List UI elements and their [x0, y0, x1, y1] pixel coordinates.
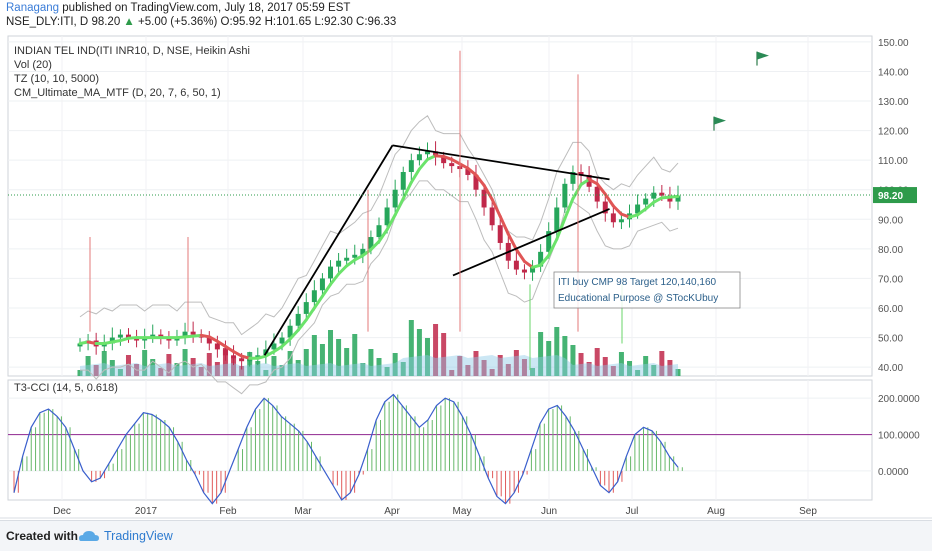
y-tick-label: 50.00: [878, 334, 903, 345]
candle-body: [408, 160, 414, 172]
candle-body: [336, 260, 342, 267]
candle-body: [214, 343, 220, 350]
ma-segment: [345, 258, 357, 268]
annotation-line1: ITI buy CMP 98 Target 120,140,160: [558, 277, 717, 288]
ma-indicator-label: CM_Ultimate_MA_MTF (D, 20, 7, 6, 50, 1): [14, 87, 221, 99]
y-tick-label: 40.00: [878, 363, 903, 374]
ma-segment: [417, 157, 429, 171]
candle-body: [594, 186, 600, 202]
cci-tick-label: 0.0000: [878, 467, 909, 478]
flag-icon: [756, 51, 769, 66]
candle-body: [328, 266, 334, 279]
y-tick-label: 150.00: [878, 38, 909, 49]
x-tick-label: Jun: [541, 506, 557, 517]
candle-body: [190, 331, 196, 335]
ma-segment: [514, 248, 526, 263]
y-tick-label: 130.00: [878, 97, 909, 108]
candle-body: [239, 358, 245, 362]
x-tick-label: Feb: [219, 506, 237, 517]
last-price-tag-text: 98.20: [878, 191, 903, 202]
annotation-box: ITI buy CMP 98 Target 120,140,160 Educat…: [553, 271, 741, 309]
candle-body: [376, 225, 382, 238]
candle-body: [562, 183, 568, 208]
x-tick-label: Apr: [384, 506, 400, 517]
footer-bar: Created with TradingView: [0, 520, 932, 551]
x-tick-label: Mar: [294, 506, 312, 517]
cci-tick-label: 200.0000: [878, 394, 920, 405]
y-tick-label: 60.00: [878, 304, 903, 315]
candle-body: [400, 172, 406, 190]
x-tick-label: Aug: [707, 506, 725, 517]
candle-body: [643, 198, 649, 205]
ma-segment: [522, 259, 535, 269]
ma-segment: [571, 183, 583, 201]
ma-segment: [668, 194, 680, 199]
ma-segment: [611, 204, 623, 216]
candle-body: [610, 213, 616, 223]
chart-title: INDIAN TEL IND(ITI INR10, D, NSE, Heikin…: [14, 45, 250, 57]
candle-body: [392, 189, 398, 208]
candle-body: [497, 225, 503, 243]
y-tick-label: 120.00: [878, 127, 909, 138]
candle-body: [651, 192, 657, 199]
candle-body: [295, 313, 301, 326]
x-tick-label: Dec: [53, 506, 71, 517]
candle-body: [303, 302, 309, 314]
y-tick-label: 90.00: [878, 215, 903, 226]
trendline: [263, 144, 394, 356]
vol-indicator-label: Vol (20): [14, 59, 52, 71]
y-tick-label: 70.00: [878, 274, 903, 285]
candle-body: [449, 163, 455, 167]
annotation-line2: Educational Purpose @ STocKUbuy: [558, 293, 718, 304]
tradingview-brand-link[interactable]: TradingView: [104, 529, 173, 543]
x-tick-label: Sep: [799, 506, 817, 517]
x-tick-label: Jul: [626, 506, 639, 517]
candle-body: [489, 207, 495, 226]
y-tick-label: 80.00: [878, 245, 903, 256]
candle-body: [117, 334, 123, 338]
created-with-label: Created with: [6, 529, 79, 543]
candle-body: [344, 257, 350, 261]
tz-indicator-label: TZ (10, 10, 5000): [14, 73, 99, 85]
x-tick-label: May: [453, 506, 472, 517]
candle-body: [513, 260, 519, 270]
candle-body: [481, 189, 487, 208]
candle-body: [521, 269, 527, 273]
candle-body: [231, 355, 237, 359]
candle-body: [384, 207, 390, 226]
candle-body: [659, 192, 665, 196]
candle-body: [416, 154, 422, 161]
tradingview-cloud-icon: [78, 529, 100, 548]
ma-segment: [337, 264, 349, 276]
x-tick-label: 2017: [135, 506, 158, 517]
chart-canvas[interactable]: 150.00140.00130.00120.00110.00100.0090.0…: [0, 0, 932, 520]
cci-tick-label: 100.0000: [878, 431, 920, 442]
candle-body: [618, 219, 624, 223]
candle-body: [554, 207, 560, 232]
candle-body: [279, 337, 285, 344]
y-tick-label: 140.00: [878, 67, 909, 78]
candle-body: [319, 278, 325, 291]
cci-indicator-label: T3-CCI (14, 5, 0.618): [14, 382, 118, 394]
candle-body: [311, 290, 317, 303]
candle-body: [222, 349, 228, 356]
y-tick-label: 110.00: [878, 156, 908, 167]
